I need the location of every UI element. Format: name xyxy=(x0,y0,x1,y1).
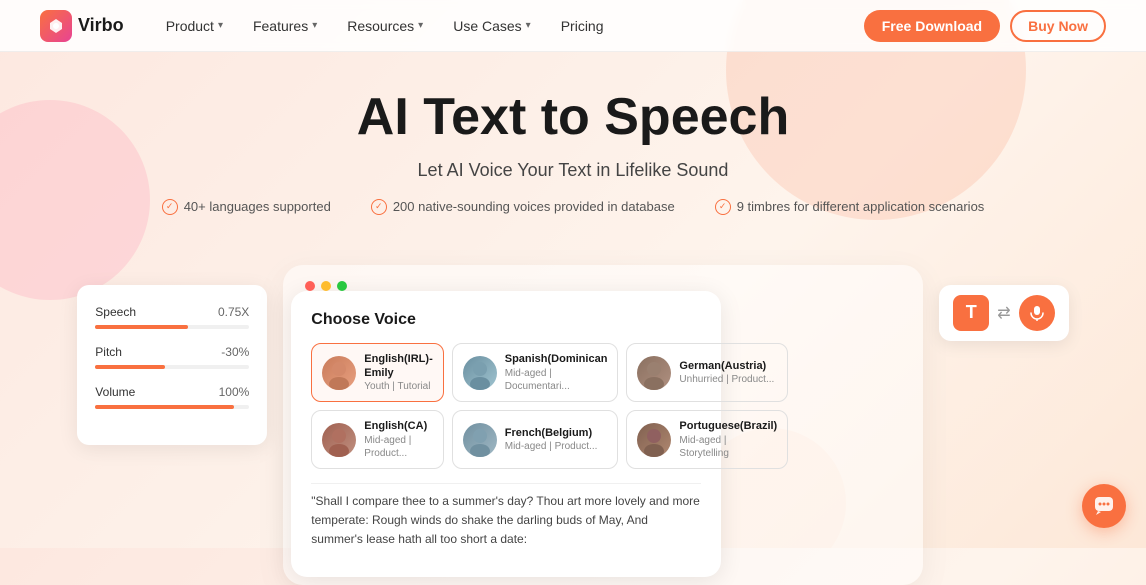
chevron-down-icon: ▾ xyxy=(312,20,317,31)
volume-label: Volume xyxy=(95,385,135,399)
voice-item-french[interactable]: French(Belgium) Mid-aged | Product... xyxy=(452,410,619,468)
tts-mic-button[interactable] xyxy=(1019,295,1055,331)
hero-features: ✓ 40+ languages supported ✓ 200 native-s… xyxy=(40,199,1106,215)
chevron-down-icon: ▾ xyxy=(526,20,531,31)
voice-grid: English(IRL)-Emily Youth | Tutorial Span… xyxy=(311,343,701,469)
close-dot xyxy=(305,281,315,291)
nav-pricing[interactable]: Pricing xyxy=(549,12,616,40)
pitch-label: Pitch xyxy=(95,345,122,359)
navbar: Virbo Product ▾ Features ▾ Resources ▾ U… xyxy=(0,0,1146,52)
demo-area: Speech 0.75X Pitch -30% Volume 100% xyxy=(0,265,1146,585)
speech-slider-fill xyxy=(95,325,187,329)
speech-controls-card: Speech 0.75X Pitch -30% Volume 100% xyxy=(77,285,267,445)
nav-use-cases[interactable]: Use Cases ▾ xyxy=(441,12,543,40)
hero-subtitle: Let AI Voice Your Text in Lifelike Sound xyxy=(40,160,1106,181)
nav-items: Product ▾ Features ▾ Resources ▾ Use Cas… xyxy=(154,12,864,40)
hero-feature-3: ✓ 9 timbres for different application sc… xyxy=(715,199,985,215)
logo[interactable]: Virbo xyxy=(40,10,124,42)
speech-control: Speech 0.75X xyxy=(95,305,249,329)
hero-title: AI Text to Speech xyxy=(40,88,1106,148)
voice-chooser-title: Choose Voice xyxy=(311,311,701,329)
voice-item-spanish[interactable]: Spanish(Dominican Mid-aged | Documentari… xyxy=(452,343,619,403)
minimize-dot xyxy=(321,281,331,291)
pitch-control: Pitch -30% xyxy=(95,345,249,369)
volume-slider-fill xyxy=(95,405,234,409)
maximize-dot xyxy=(337,281,347,291)
volume-control: Volume 100% xyxy=(95,385,249,409)
voice-info-spanish: Spanish(Dominican Mid-aged | Documentari… xyxy=(505,352,608,392)
nav-resources[interactable]: Resources ▾ xyxy=(335,12,435,40)
window-chrome xyxy=(291,273,915,291)
voice-chooser-card: Choose Voice English(IRL)-Emily Youth | … xyxy=(291,291,721,577)
voice-avatar-portuguese xyxy=(637,423,671,457)
voice-chooser-container: Choose Voice English(IRL)-Emily Youth | … xyxy=(283,265,923,585)
hero-section: AI Text to Speech Let AI Voice Your Text… xyxy=(0,52,1146,265)
voice-info-portuguese: Portuguese(Brazil) Mid-aged | Storytelli… xyxy=(679,419,777,459)
buy-now-button[interactable]: Buy Now xyxy=(1010,10,1106,42)
nav-actions: Free Download Buy Now xyxy=(864,10,1106,42)
voice-item-german[interactable]: German(Austria) Unhurried | Product... xyxy=(626,343,788,403)
check-icon: ✓ xyxy=(162,199,178,215)
voice-sample-text: "Shall I compare thee to a summer's day?… xyxy=(311,483,701,558)
nav-product[interactable]: Product ▾ xyxy=(154,12,235,40)
speech-label: Speech xyxy=(95,305,136,319)
voice-item-portuguese[interactable]: Portuguese(Brazil) Mid-aged | Storytelli… xyxy=(626,410,788,468)
nav-features[interactable]: Features ▾ xyxy=(241,12,329,40)
check-icon: ✓ xyxy=(371,199,387,215)
chevron-down-icon: ▾ xyxy=(418,20,423,31)
volume-slider[interactable] xyxy=(95,405,249,409)
voice-info-french: French(Belgium) Mid-aged | Product... xyxy=(505,426,598,453)
tts-text-button[interactable]: T xyxy=(953,295,989,331)
tts-icon-card: T ⇄ xyxy=(939,285,1068,341)
voice-item-emily[interactable]: English(IRL)-Emily Youth | Tutorial xyxy=(311,343,443,403)
voice-info-emily: English(IRL)-Emily Youth | Tutorial xyxy=(364,352,432,394)
tts-arrows-icon: ⇄ xyxy=(997,303,1010,323)
pitch-slider-fill xyxy=(95,365,164,369)
chat-widget[interactable] xyxy=(1082,484,1126,528)
speech-value: 0.75X xyxy=(218,305,249,319)
voice-avatar-spanish xyxy=(463,356,497,390)
voice-item-english-ca[interactable]: English(CA) Mid-aged | Product... xyxy=(311,410,443,468)
hero-feature-2: ✓ 200 native-sounding voices provided in… xyxy=(371,199,675,215)
free-download-button[interactable]: Free Download xyxy=(864,10,1000,42)
hero-feature-1: ✓ 40+ languages supported xyxy=(162,199,331,215)
check-icon: ✓ xyxy=(715,199,731,215)
chevron-down-icon: ▾ xyxy=(218,20,223,31)
voice-avatar-french xyxy=(463,423,497,457)
voice-avatar-german xyxy=(637,356,671,390)
voice-avatar-english-ca xyxy=(322,423,356,457)
logo-text: Virbo xyxy=(78,15,124,36)
voice-info-german: German(Austria) Unhurried | Product... xyxy=(679,359,774,386)
pitch-slider[interactable] xyxy=(95,365,249,369)
logo-icon xyxy=(40,10,72,42)
voice-info-english-ca: English(CA) Mid-aged | Product... xyxy=(364,419,432,459)
pitch-value: -30% xyxy=(221,345,249,359)
volume-value: 100% xyxy=(219,385,250,399)
speech-slider[interactable] xyxy=(95,325,249,329)
voice-avatar-emily xyxy=(322,356,356,390)
